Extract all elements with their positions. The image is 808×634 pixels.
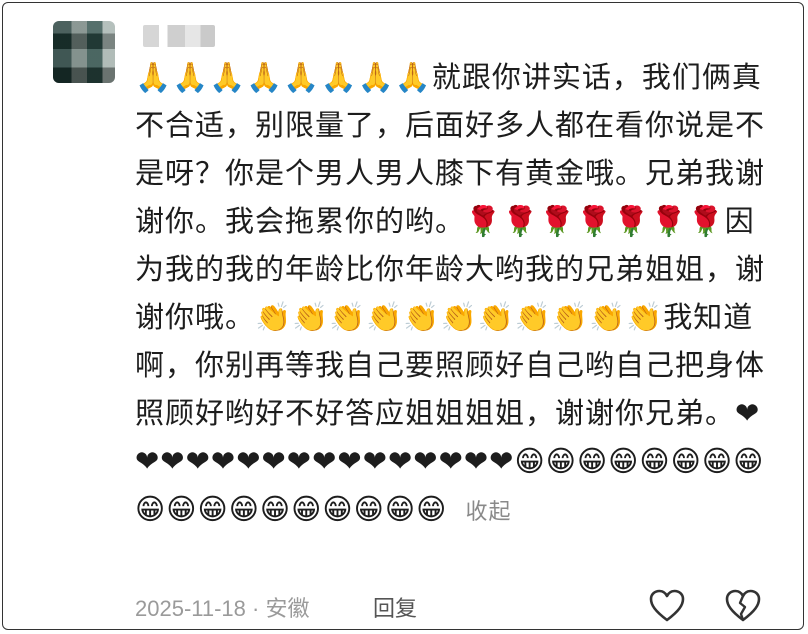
collapse-link[interactable]: 收起 [466, 500, 512, 525]
comment-body: 🙏🙏🙏🙏🙏🙏🙏🙏就跟你讲实话，我们俩真不合适，别限量了，后面好多人都在看你说是不… [135, 53, 765, 537]
reply-button[interactable]: 回复 [373, 591, 417, 623]
broken-heart-icon [725, 589, 761, 622]
heart-outline-icon [649, 589, 685, 622]
avatar[interactable] [53, 21, 115, 83]
dislike-button[interactable] [725, 589, 761, 623]
comment-card: 🙏🙏🙏🙏🙏🙏🙏🙏就跟你讲实话，我们俩真不合适，别限量了，后面好多人都在看你说是不… [2, 2, 804, 630]
timestamp-location: 2025-11-18 · 安徽 [135, 596, 310, 621]
username-blurred[interactable] [143, 25, 215, 47]
comment-text: 🙏🙏🙏🙏🙏🙏🙏🙏就跟你讲实话，我们俩真不合适，别限量了，后面好多人都在看你说是不… [135, 60, 766, 526]
like-button[interactable] [649, 589, 685, 623]
